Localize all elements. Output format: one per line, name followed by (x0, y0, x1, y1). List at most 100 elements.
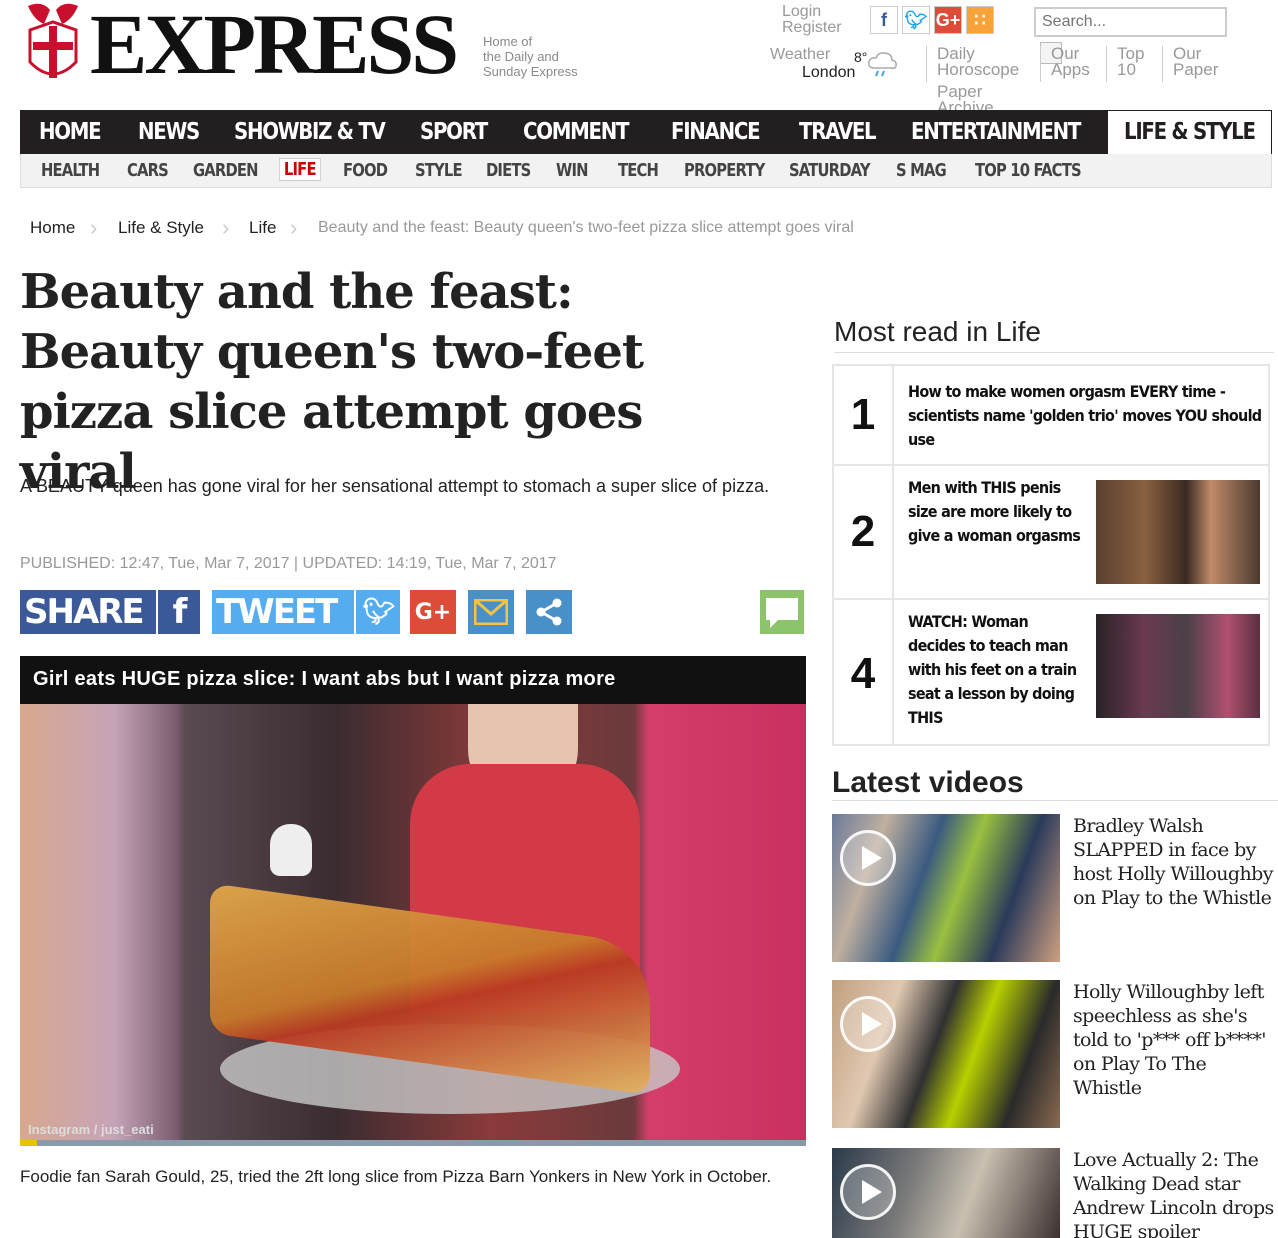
subnav-cars[interactable]: CARS (127, 160, 169, 181)
brand-tagline: Home of the Daily and Sunday Express (483, 34, 578, 79)
quick-link-apps[interactable]: Our Apps (1040, 45, 1106, 82)
subnav-saturday[interactable]: SATURDAY (789, 160, 871, 181)
main-nav: HOME NEWS SHOWBIZ & TV SPORT COMMENT FIN… (20, 110, 1272, 154)
site-logo[interactable]: EXPRESS Home of the Daily and Sunday Exp… (20, 0, 600, 92)
video-caption: Foodie fan Sarah Gould, 25, tried the 2f… (20, 1167, 772, 1186)
nav-comment[interactable]: COMMENT (523, 110, 630, 154)
most-read-item[interactable]: 2 Men with THIS penis size are more like… (832, 464, 1270, 600)
latest-video-thumbnail[interactable] (832, 1148, 1060, 1238)
skull-icon (270, 824, 312, 876)
register-link[interactable]: Register (782, 20, 842, 36)
email-share-button[interactable] (468, 590, 514, 634)
most-read-rank: 1 (834, 366, 894, 464)
latest-video-title[interactable]: Love Actually 2: The Walking Dead star A… (1073, 1148, 1278, 1238)
video-progress-bar[interactable] (20, 1140, 806, 1146)
divider (834, 352, 1274, 353)
quick-link-horoscope[interactable]: Daily Horoscope Paper Archive (926, 45, 1038, 116)
nav-life-style[interactable]: LIFE & STYLE (1124, 110, 1256, 154)
nav-home[interactable]: HOME (39, 110, 102, 154)
latest-video-title[interactable]: Holly Willoughby left speechless as she'… (1073, 980, 1278, 1100)
subnav-diets[interactable]: DIETS (486, 160, 531, 181)
google-plus-share-button[interactable]: G+ (410, 590, 456, 634)
latest-videos-title: Latest videos (832, 766, 1024, 799)
facebook-share-button[interactable]: SHARE f (20, 590, 200, 634)
account-links: Login Register (782, 4, 842, 36)
search-input[interactable] (1034, 7, 1227, 37)
video-player[interactable]: Girl eats HUGE pizza slice: I want abs b… (20, 656, 806, 1146)
nav-entertainment[interactable]: ENTERTAINMENT (911, 110, 1081, 154)
facebook-icon[interactable]: f (870, 6, 898, 34)
most-read-title-link[interactable]: How to make women orgasm EVERY time - sc… (908, 380, 1268, 452)
weather-label: Weather (770, 46, 831, 63)
weather-city: London (802, 64, 856, 81)
subnav-property[interactable]: PROPERTY (684, 160, 765, 181)
article-standfirst: A BEAUTY queen has gone viral for her se… (20, 476, 770, 496)
social-icons: f 🐦︎ G+ ∷ (870, 6, 994, 34)
twitter-icon: 🐦︎ (354, 590, 400, 634)
subnav-life[interactable]: LIFE (279, 158, 321, 181)
twitter-share-button[interactable]: TWEET 🐦︎ (212, 590, 400, 634)
nav-news[interactable]: NEWS (138, 110, 200, 154)
latest-video-thumbnail[interactable] (832, 814, 1060, 962)
nav-travel[interactable]: TRAVEL (799, 110, 877, 154)
chevron-right-icon: › (90, 215, 98, 240)
chevron-right-icon: › (222, 215, 230, 240)
share-more-button[interactable] (526, 590, 572, 634)
most-read-thumbnail[interactable] (1096, 614, 1260, 718)
rss-icon[interactable]: ∷ (966, 6, 994, 34)
envelope-icon (474, 599, 508, 625)
subnav-health[interactable]: HEALTH (41, 160, 100, 181)
play-icon[interactable] (840, 1164, 896, 1220)
subnav-food[interactable]: FOOD (343, 160, 388, 181)
video-frame[interactable]: Instagram / just_eati (20, 704, 806, 1140)
publish-date: PUBLISHED: 12:47, Tue, Mar 7, 2017 | UPD… (20, 555, 557, 572)
subnav-top-10-facts[interactable]: TOP 10 FACTS (975, 160, 1082, 181)
speech-bubble-icon (766, 598, 798, 628)
latest-video-thumbnail[interactable] (832, 980, 1060, 1128)
weather-widget[interactable]: Weather 8° London (770, 46, 867, 81)
most-read-title-link[interactable]: Men with THIS penis size are more likely… (908, 476, 1088, 548)
comments-button[interactable] (760, 590, 804, 634)
subnav-s-mag[interactable]: S MAG (896, 160, 947, 181)
article-headline: Beauty and the feast: Beauty queen's two… (20, 264, 644, 500)
play-icon[interactable] (840, 996, 896, 1052)
subnav-style[interactable]: STYLE (415, 160, 463, 181)
cloud-rain-icon (868, 52, 897, 77)
video-progress-fill (20, 1140, 38, 1146)
share-nodes-icon (536, 598, 562, 626)
video-credit: Instagram / just_eati (28, 1122, 154, 1137)
share-label: SHARE (24, 592, 145, 632)
nav-showbiz-tv[interactable]: SHOWBIZ & TV (234, 110, 386, 154)
latest-video-title[interactable]: Bradley Walsh SLAPPED in face by host Ho… (1073, 814, 1278, 910)
nav-finance[interactable]: FINANCE (671, 110, 761, 154)
most-read-item[interactable]: 4 WATCH: Woman decides to teach man with… (832, 598, 1270, 746)
breadcrumb-home[interactable]: Home (30, 218, 75, 238)
play-icon[interactable] (840, 830, 896, 886)
breadcrumb-life[interactable]: Life (249, 218, 276, 238)
sub-nav: HEALTH CARS GARDEN LIFE FOOD STYLE DIETS… (20, 154, 1272, 188)
breadcrumb-current: Beauty and the feast: Beauty queen's two… (318, 219, 854, 236)
facebook-icon: f (156, 590, 200, 634)
most-read-thumbnail[interactable] (1096, 480, 1260, 584)
chevron-right-icon: › (290, 215, 298, 240)
google-plus-icon[interactable]: G+ (934, 6, 962, 34)
divider (832, 800, 1278, 801)
crusader-crest-icon (28, 3, 78, 78)
subnav-tech[interactable]: TECH (618, 160, 659, 181)
most-read-title: Most read in Life (834, 316, 1041, 347)
most-read-item[interactable]: 1 How to make women orgasm EVERY time - … (832, 364, 1270, 466)
most-read-rank: 4 (834, 600, 894, 744)
most-read-title-link[interactable]: WATCH: Woman decides to teach man with h… (908, 610, 1079, 730)
quick-link-top10[interactable]: Top 10 (1106, 45, 1158, 82)
login-link[interactable]: Login (782, 4, 842, 20)
nav-sport[interactable]: SPORT (420, 110, 488, 154)
tweet-label: TWEET (216, 592, 338, 632)
breadcrumb-life-style[interactable]: Life & Style (118, 218, 204, 238)
subnav-win[interactable]: WIN (556, 160, 588, 181)
quick-link-our-paper[interactable]: Our Paper (1162, 45, 1242, 82)
video-title: Girl eats HUGE pizza slice: I want abs b… (20, 656, 806, 704)
subnav-garden[interactable]: GARDEN (193, 160, 258, 181)
twitter-icon[interactable]: 🐦︎ (902, 6, 930, 34)
brand-wordmark: EXPRESS (90, 0, 459, 92)
most-read-rank: 2 (834, 466, 894, 598)
